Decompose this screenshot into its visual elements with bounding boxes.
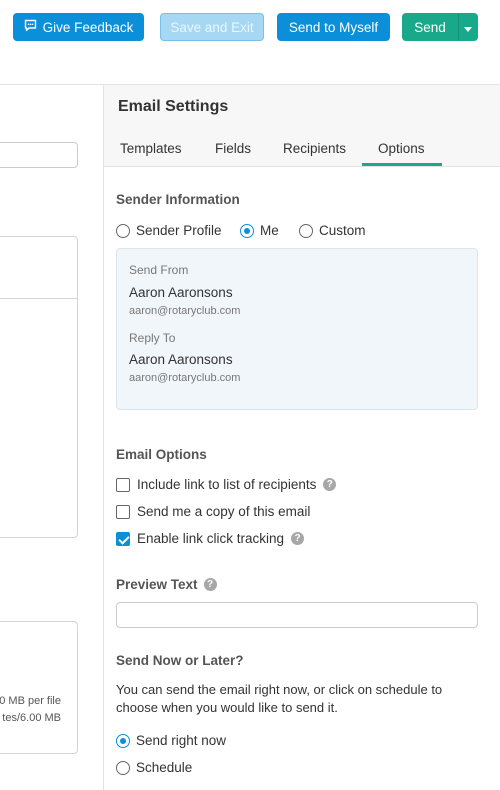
email-settings-panel: Email Settings Templates Fields Recipien… — [103, 85, 500, 790]
radio-button-selected[interactable] — [240, 223, 254, 238]
tab-templates[interactable]: Templates — [120, 141, 182, 156]
link-tracking-option[interactable]: Enable link click tracking ? — [116, 531, 305, 546]
email-editor-panel: 0 MB per file tes/6.00 MB — [0, 85, 103, 790]
caret-down-icon — [464, 20, 472, 35]
include-recipients-link-option[interactable]: Include link to list of recipients ? — [116, 477, 337, 492]
tab-recipients[interactable]: Recipients — [283, 141, 346, 156]
sender-profile-radio[interactable]: Sender Profile — [116, 223, 222, 238]
schedule-description: You can send the email right now, or cli… — [116, 682, 443, 715]
sender-information-title: Sender Information — [116, 192, 240, 207]
link-tracking-label: Enable link click tracking — [137, 531, 285, 546]
feedback-icon — [24, 19, 37, 35]
send-copy-label: Send me a copy of this email — [137, 504, 311, 519]
send-now-or-later-title: Send Now or Later? — [116, 653, 244, 668]
help-icon[interactable]: ? — [323, 478, 337, 491]
checkbox[interactable] — [116, 504, 130, 519]
attachment-limit-text: 0 MB per file — [0, 695, 61, 707]
radio-button[interactable] — [116, 760, 130, 775]
sender-profile-label: Sender Profile — [136, 223, 222, 238]
send-right-now-radio[interactable]: Send right now — [116, 733, 226, 748]
radio-button[interactable] — [116, 223, 130, 238]
me-radio[interactable]: Me — [240, 223, 279, 238]
checkbox-checked[interactable] — [116, 531, 130, 546]
radio-button-selected[interactable] — [116, 733, 130, 748]
tab-options[interactable]: Options — [378, 141, 425, 156]
schedule-radio[interactable]: Schedule — [116, 760, 192, 775]
send-copy-option[interactable]: Send me a copy of this email — [116, 504, 310, 519]
active-tab-indicator — [362, 163, 442, 166]
sender-info-box: Send From Aaron Aaronsons aaron@rotarycl… — [116, 248, 478, 410]
custom-radio[interactable]: Custom — [299, 223, 366, 238]
preview-text-title: Preview Text ? — [116, 577, 217, 592]
subject-input[interactable] — [0, 142, 78, 168]
settings-title: Email Settings — [118, 98, 229, 115]
help-icon[interactable]: ? — [203, 578, 217, 591]
reply-to-label: Reply To — [129, 331, 176, 345]
send-from-label: Send From — [129, 263, 189, 277]
schedule-label: Schedule — [136, 760, 193, 775]
help-icon[interactable]: ? — [291, 532, 305, 545]
send-dropdown-button[interactable] — [458, 13, 478, 41]
settings-header: Email Settings Templates Fields Recipien… — [104, 85, 500, 167]
me-label: Me — [260, 223, 279, 238]
radio-button[interactable] — [299, 223, 313, 238]
include-recipients-link-label: Include link to list of recipients — [137, 477, 317, 492]
give-feedback-button[interactable]: Give Feedback — [13, 13, 144, 41]
send-to-myself-button[interactable]: Send to Myself — [277, 13, 390, 41]
give-feedback-label: Give Feedback — [42, 19, 134, 35]
send-from-email: aaron@rotaryclub.com — [129, 305, 241, 317]
custom-label: Custom — [319, 223, 366, 238]
email-options-title: Email Options — [116, 447, 207, 462]
save-and-exit-button[interactable]: Save and Exit — [160, 13, 264, 41]
attachment-total-text: tes/6.00 MB — [2, 712, 61, 724]
attachments-box[interactable]: 0 MB per file tes/6.00 MB — [0, 621, 78, 754]
preview-text-label: Preview Text — [116, 577, 198, 592]
top-toolbar: Give Feedback Save and Exit Send to Myse… — [0, 0, 500, 85]
send-right-now-label: Send right now — [136, 733, 227, 748]
email-body-editor[interactable] — [0, 236, 78, 538]
reply-to-email: aaron@rotaryclub.com — [129, 372, 241, 384]
reply-to-name: Aaron Aaronsons — [129, 352, 233, 367]
tab-fields[interactable]: Fields — [215, 141, 251, 156]
send-button[interactable]: Send — [402, 13, 458, 41]
checkbox[interactable] — [116, 477, 130, 492]
send-from-name: Aaron Aaronsons — [129, 285, 233, 300]
preview-text-input[interactable] — [116, 602, 478, 628]
editor-toolbar-divider — [0, 298, 77, 299]
